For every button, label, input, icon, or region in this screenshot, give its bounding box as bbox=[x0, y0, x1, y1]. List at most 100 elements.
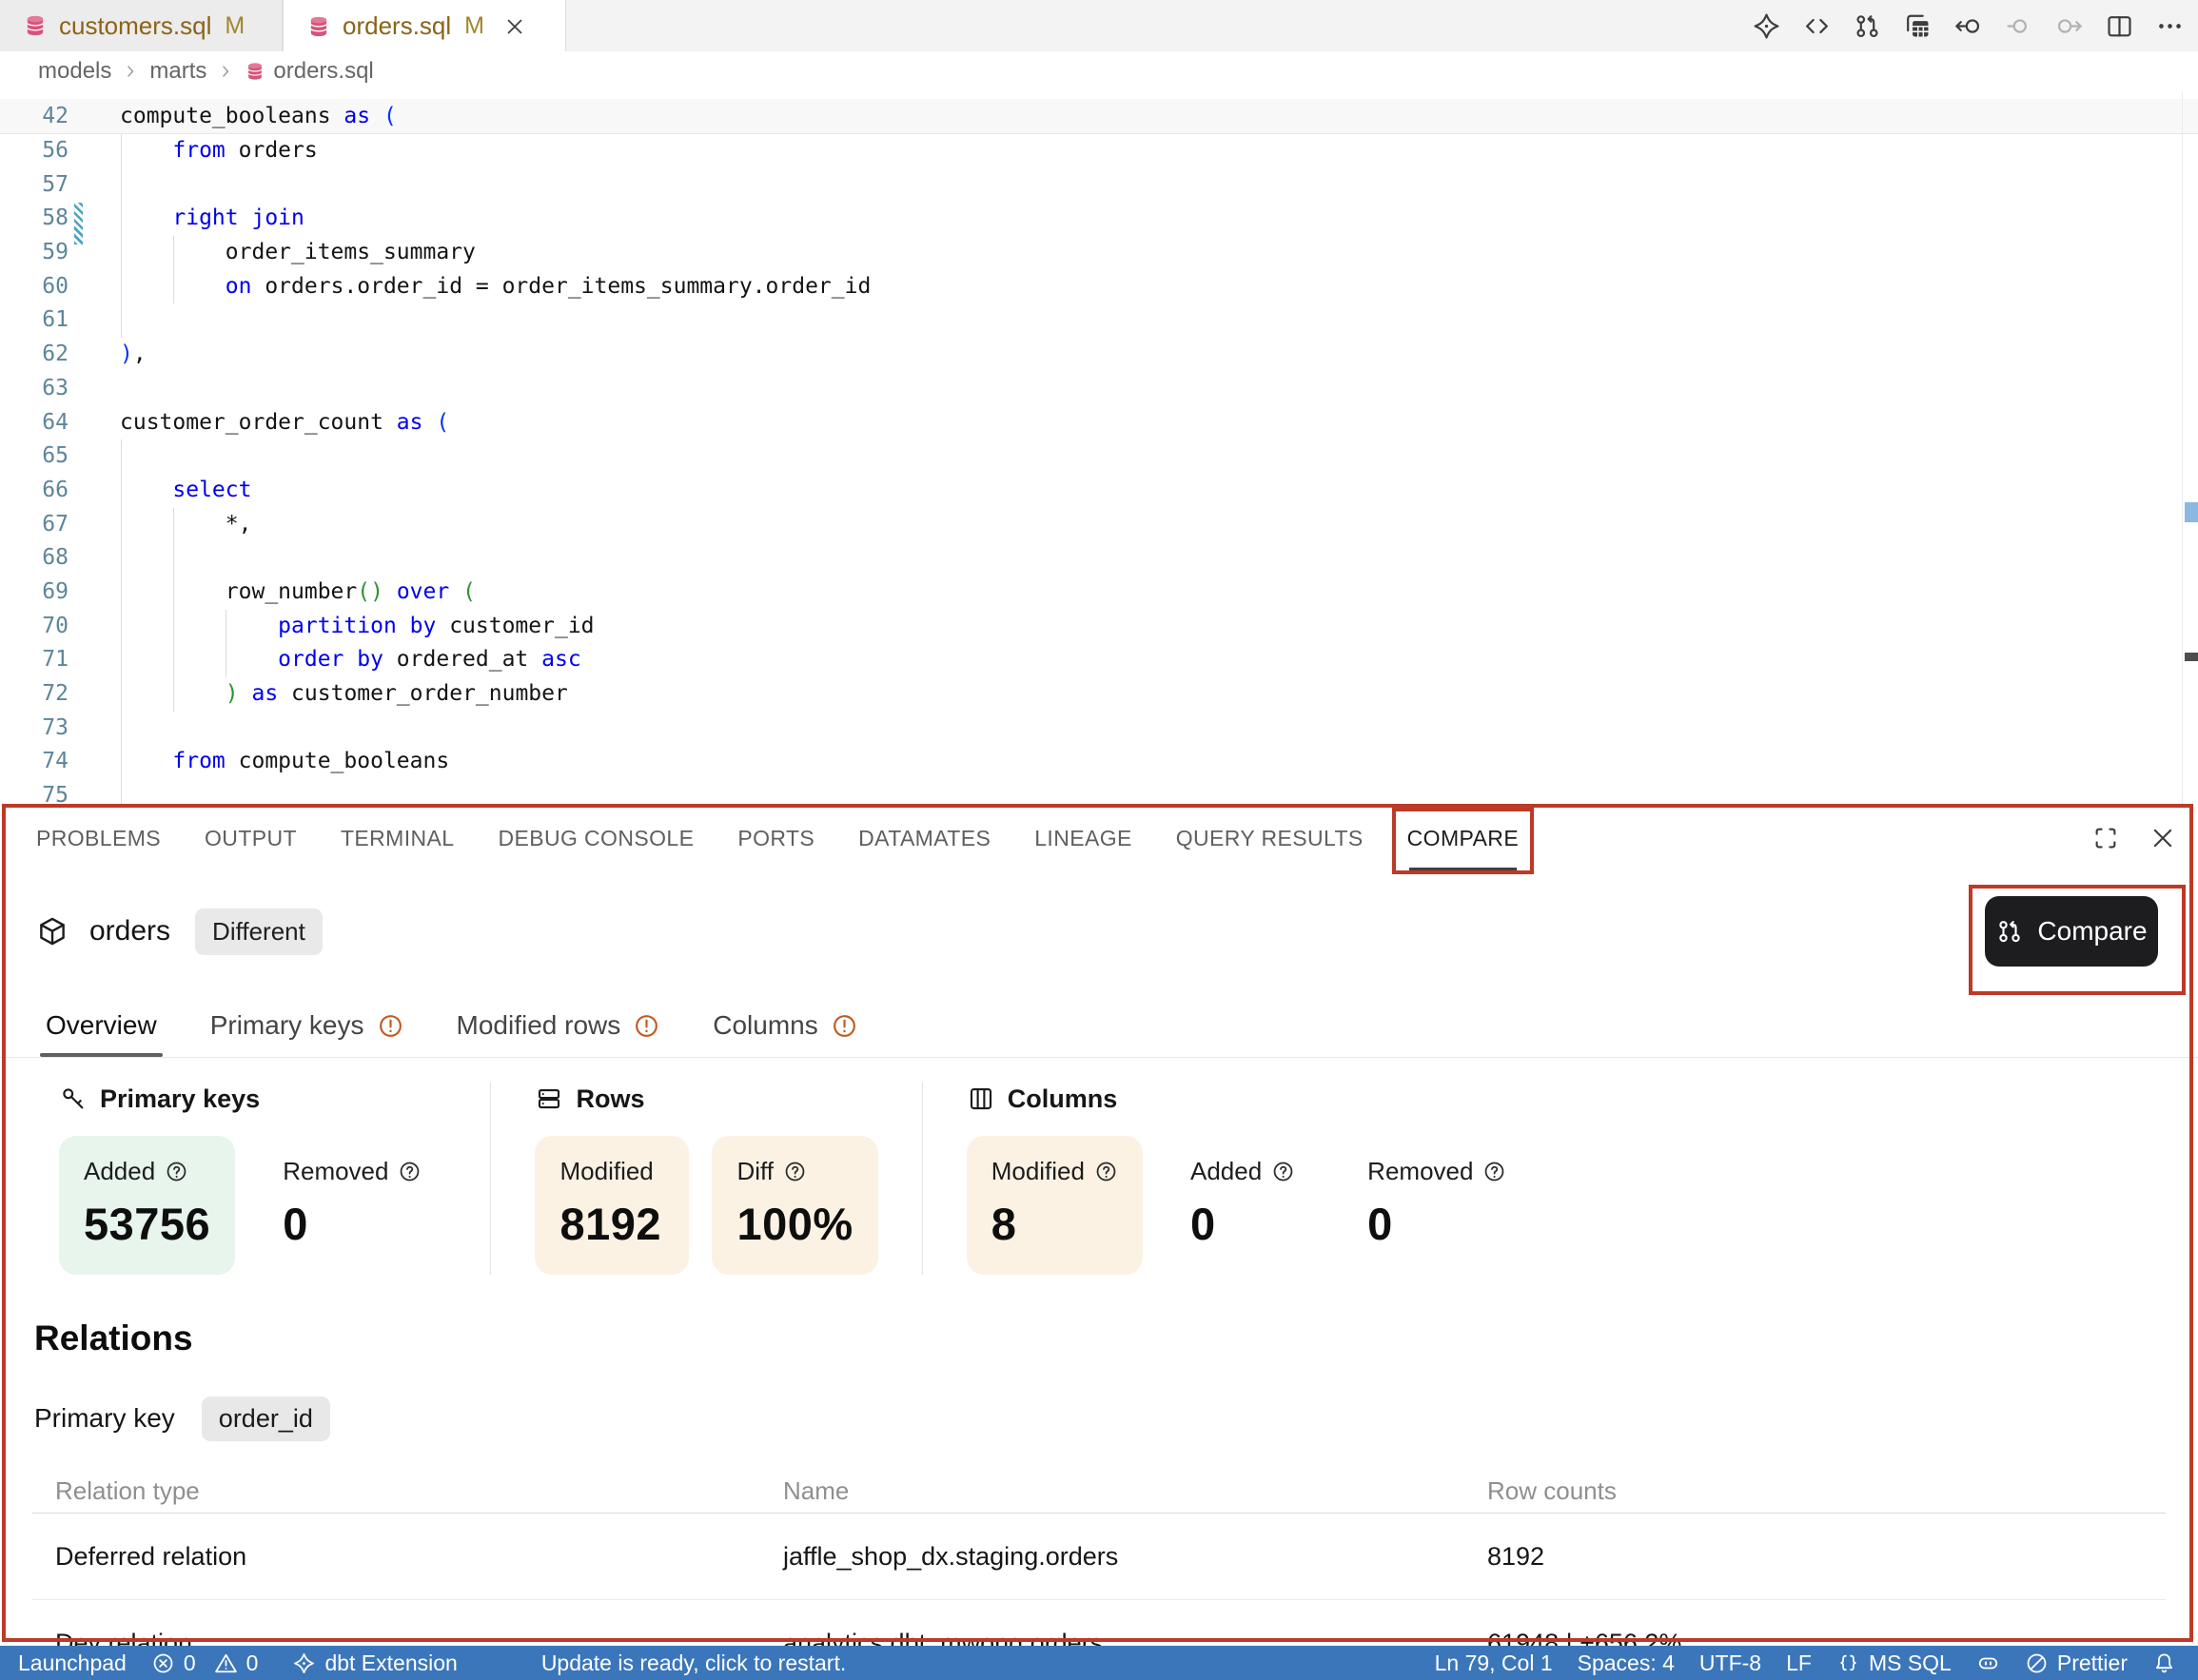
help-icon[interactable] bbox=[1271, 1160, 1295, 1183]
panel-tab-problems[interactable]: PROBLEMS bbox=[36, 824, 161, 852]
code-token bbox=[449, 579, 462, 604]
code-token: customer_order_count bbox=[120, 410, 397, 435]
stat-card-label-text: Modified bbox=[559, 1157, 653, 1186]
code-token: ) bbox=[120, 342, 133, 366]
compare-button-label: Compare bbox=[2037, 916, 2147, 947]
subtab-primary-keys[interactable]: Primary keys bbox=[210, 994, 403, 1057]
indent-guide bbox=[121, 643, 122, 677]
line-number: 63 bbox=[0, 372, 69, 406]
breadcrumb-item-marts[interactable]: marts bbox=[149, 58, 206, 85]
git-compare-icon bbox=[1995, 917, 2024, 946]
compare-button[interactable]: Compare bbox=[1985, 896, 2158, 967]
help-icon[interactable] bbox=[783, 1160, 807, 1183]
split-editor-icon[interactable] bbox=[2105, 11, 2134, 41]
stat-card-diff: Diff100% bbox=[712, 1136, 877, 1275]
code-token: right join bbox=[172, 205, 304, 230]
primary-key-value-badge: order_id bbox=[202, 1397, 330, 1441]
status-item-language-mode[interactable]: MS SQL bbox=[1824, 1646, 1964, 1680]
code-icon[interactable] bbox=[1802, 11, 1832, 41]
breadcrumb-item-models[interactable]: models bbox=[38, 58, 111, 85]
stat-card-value: 0 bbox=[283, 1198, 422, 1250]
stat-section-title: Primary keys bbox=[59, 1083, 446, 1115]
open-changes-prev-icon[interactable] bbox=[1953, 11, 1983, 41]
overview-ruler-cursor-marker[interactable] bbox=[2185, 653, 2198, 661]
primary-key-label: Primary key bbox=[34, 1403, 175, 1434]
breadcrumb-item-orders-sql[interactable]: orders.sql bbox=[245, 58, 373, 85]
help-icon[interactable] bbox=[165, 1160, 188, 1183]
status-item-indentation[interactable]: Spaces: 4 bbox=[1565, 1646, 1687, 1680]
code-token: ) bbox=[226, 681, 239, 706]
close-icon[interactable] bbox=[2149, 824, 2177, 852]
editor-tab-customers-sql[interactable]: customers.sqlM bbox=[0, 0, 283, 51]
editor-tabs: customers.sqlMorders.sqlM bbox=[0, 0, 566, 51]
status-item-notifications[interactable] bbox=[2140, 1646, 2188, 1680]
code-token: customer_id bbox=[436, 614, 594, 638]
key-icon bbox=[59, 1084, 88, 1113]
help-icon[interactable] bbox=[1482, 1160, 1506, 1183]
sticky-code-line-42: 42compute_booleans as ( bbox=[0, 99, 2198, 134]
panel-tab-compare[interactable]: COMPARE bbox=[1407, 824, 1519, 852]
line-number: 75 bbox=[0, 779, 69, 804]
stat-card-label: Added bbox=[84, 1157, 210, 1186]
line-number: 65 bbox=[0, 440, 69, 474]
editor-tab-orders-sql[interactable]: orders.sqlM bbox=[283, 0, 566, 52]
circle-outline-icon[interactable] bbox=[2004, 11, 2033, 41]
panel-tab-output[interactable]: OUTPUT bbox=[205, 824, 297, 852]
column-header: Relation type bbox=[32, 1476, 783, 1506]
code-token: *, bbox=[120, 512, 251, 537]
status-item-update-notice[interactable]: Update is ready, click to restart. bbox=[529, 1646, 858, 1680]
panel-tab-query-results[interactable]: QUERY RESULTS bbox=[1176, 824, 1364, 852]
code-token: orders bbox=[226, 138, 318, 163]
panel-tabs: PROBLEMS OUTPUT TERMINAL DEBUG CONSOLE PORTS… bbox=[36, 824, 1519, 852]
code-token bbox=[239, 681, 252, 706]
git-compare-icon[interactable] bbox=[1853, 11, 1882, 41]
maximize-icon[interactable] bbox=[2091, 824, 2120, 852]
relations-heading: Relations bbox=[34, 1319, 2198, 1358]
status-item-encoding[interactable]: UTF-8 bbox=[1687, 1646, 1774, 1680]
status-item-copilot[interactable] bbox=[1964, 1646, 2012, 1680]
breadcrumb-label: models bbox=[38, 58, 111, 85]
code-token: orders.order_id = order_items_summary.or… bbox=[251, 274, 871, 299]
table-cell: 61948 | +656.2% bbox=[1487, 1629, 2166, 1647]
stats-summary: Primary keysAdded53756Removed0RowsModifi… bbox=[0, 1083, 2198, 1275]
status-item-cursor-position[interactable]: Ln 79, Col 1 bbox=[1423, 1646, 1565, 1680]
code-token bbox=[120, 205, 172, 230]
help-icon[interactable] bbox=[398, 1160, 422, 1183]
model-name: orders bbox=[89, 915, 170, 947]
code-editor[interactable]: 42compute_booleans as ( 56 from orders57… bbox=[0, 91, 2198, 804]
open-changes-next-icon[interactable] bbox=[2054, 11, 2084, 41]
code-line-73: 73 bbox=[0, 712, 2198, 746]
panel-tab-debug-console[interactable]: DEBUG CONSOLE bbox=[498, 824, 694, 852]
status-count: 0 bbox=[184, 1651, 196, 1676]
status-item-dbt-extension[interactable]: dbt Extension bbox=[280, 1646, 469, 1680]
panel-tab-datamates[interactable]: DATAMATES bbox=[858, 824, 991, 852]
status-item-problems[interactable]: 00 bbox=[139, 1646, 281, 1680]
close-icon[interactable] bbox=[503, 15, 526, 38]
line-number: 58 bbox=[0, 202, 69, 236]
subtab-overview[interactable]: Overview bbox=[46, 994, 157, 1057]
panel-tab-bar: PROBLEMS OUTPUT TERMINAL DEBUG CONSOLE PORTS… bbox=[0, 804, 2198, 872]
line-number: 42 bbox=[0, 99, 69, 133]
panel-tab-terminal[interactable]: TERMINAL bbox=[341, 824, 455, 852]
status-item-launchpad[interactable]: Launchpad bbox=[6, 1646, 139, 1680]
indent-guide bbox=[121, 712, 122, 746]
dbt-power-user-icon[interactable] bbox=[1752, 11, 1781, 41]
duplicate-table-icon[interactable] bbox=[1903, 11, 1933, 41]
panel-tab-ports[interactable]: PORTS bbox=[737, 824, 814, 852]
panel-actions bbox=[2091, 824, 2198, 852]
indent-guide bbox=[173, 508, 174, 542]
status-item-prettier[interactable]: Prettier bbox=[2012, 1646, 2140, 1680]
status-label: UTF-8 bbox=[1699, 1651, 1761, 1676]
ellipsis-icon[interactable] bbox=[2155, 11, 2185, 41]
code-line-74: 74 from compute_booleans bbox=[0, 745, 2198, 779]
code-line-56: 56 from orders bbox=[0, 134, 2198, 168]
code-line-70: 70 partition by customer_id bbox=[0, 610, 2198, 644]
panel-tab-lineage[interactable]: LINEAGE bbox=[1034, 824, 1132, 852]
subtab-modified-rows[interactable]: Modified rows bbox=[457, 994, 660, 1057]
code-line-68: 68 bbox=[0, 541, 2198, 576]
status-item-eol[interactable]: LF bbox=[1774, 1646, 1824, 1680]
subtab-columns[interactable]: Columns bbox=[713, 994, 856, 1057]
help-icon[interactable] bbox=[1094, 1160, 1118, 1183]
code-token bbox=[120, 749, 172, 773]
stat-card-value: 53756 bbox=[84, 1198, 210, 1250]
